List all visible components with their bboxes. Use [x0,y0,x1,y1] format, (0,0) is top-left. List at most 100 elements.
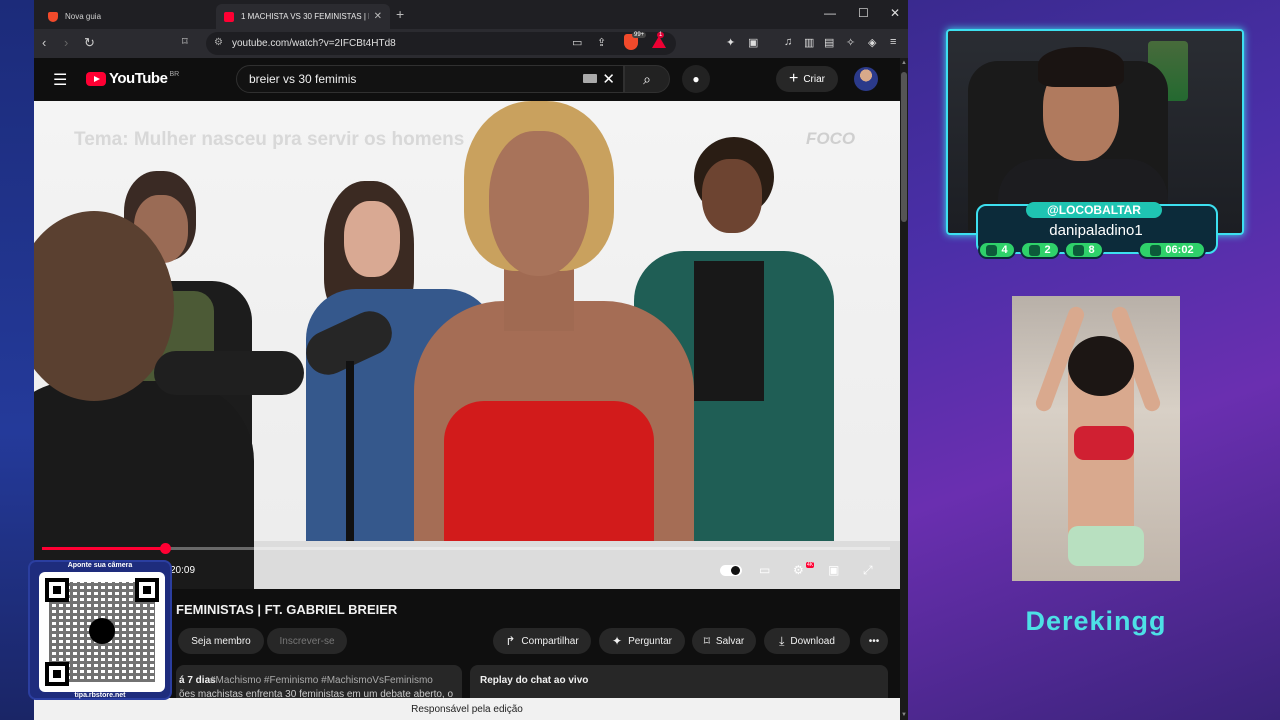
share-label: Compartilhar [521,635,579,647]
featured-person-bottom [1068,526,1144,566]
viewer-name: danipaladino1 [1049,222,1143,239]
more-icon: ••• [868,635,880,647]
scene-person-right-shirt [694,261,764,401]
maximize-icon[interactable]: ☐ [858,6,869,20]
description-hashtags[interactable]: #Machismo #Feminismo #MachismoVsFeminism… [210,675,433,686]
new-tab-button[interactable]: + [396,6,404,22]
cast-icon[interactable]: ▭ [572,36,582,49]
shield-count-badge: 99+ [632,32,647,38]
share-arrow-icon: ↱ [505,634,516,648]
address-bar-row: ‹ › ↻ ⌑ ⚙ youtube.com/watch?v=2IFCBt4HTd… [34,29,908,58]
stat-value: 06:02 [1165,244,1194,256]
youtube-icon [1029,244,1041,256]
search-input[interactable]: breier vs 30 femimis ✕ [236,65,624,93]
download-button[interactable]: ⤓ Download [764,628,850,654]
streamer-handle: @LOCOBALTAR [1026,202,1162,218]
ask-label: Perguntar [628,635,672,647]
extensions-icon[interactable]: ✦ [726,36,735,49]
bookmark-icon[interactable]: ⌑ [182,35,188,48]
screenshot-icon[interactable]: ▣ [748,36,758,49]
youtube-logo[interactable]: YouTube BR [86,70,179,87]
close-tab-icon[interactable]: ✕ [374,11,382,22]
join-label: Seja membro [191,635,251,647]
clear-search-icon[interactable]: ✕ [602,70,615,88]
country-code: BR [169,71,180,78]
hd-badge: 4K [806,562,815,568]
edit-responsible-notice: Responsável pela edição [34,698,900,720]
bookmark-save-icon: ⌑ [703,634,710,648]
account-avatar[interactable] [854,67,878,91]
autoplay-toggle[interactable] [720,565,742,576]
video-player[interactable]: Tema: Mulher nasceu pra servir os homens… [34,101,900,589]
qr-finder-pattern [45,578,69,602]
menu-icon[interactable]: ≡ [890,36,896,48]
tab-new[interactable]: Nova guia [40,4,212,29]
stat-chat: 4 [978,241,1016,259]
sidebar-icon[interactable]: ▥ [804,36,814,49]
scene-person-right-face [702,159,762,233]
scrollbar-thumb[interactable] [901,72,907,222]
tab-youtube[interactable]: 1 MACHISTA VS 30 FEMINISTAS | FT. G... ✕ [216,4,390,29]
subscribe-button[interactable]: Inscrever-se [267,628,347,654]
stat-clock: 06:02 [1138,241,1206,259]
video-time: 20:09 [170,565,196,576]
reload-icon[interactable]: ↻ [84,35,95,51]
qr-center-logo [89,618,115,644]
youtube-icon [224,11,234,22]
share-button[interactable]: ↱ Compartilhar [493,628,591,654]
subtitles-icon[interactable]: ▭ [759,563,770,577]
qr-site: tipa.rbstore.net [74,692,126,699]
scroll-up-icon[interactable]: ▲ [901,60,907,66]
qr-label: Aponte sua câmera [67,562,133,569]
fullscreen-icon[interactable]: ⤢ [863,563,873,578]
tab-label: Nova guia [65,12,102,21]
sparkle-icon: ✦ [612,634,623,648]
hamburger-menu-icon[interactable]: ☰ [53,70,67,90]
scene-person-middle-face [344,201,400,277]
minimize-icon[interactable]: — [824,6,836,20]
stat-tip: 8 [1064,241,1104,259]
progress-scrubber[interactable] [159,543,171,554]
site-info-icon[interactable]: ⚙ [214,37,223,48]
create-button[interactable]: + Criar [776,66,838,92]
share-icon[interactable]: ⇪ [597,36,606,49]
video-progress-bar[interactable] [42,543,890,554]
qr-finder-pattern [135,578,159,602]
search-button[interactable]: ⌕ [624,65,670,93]
stat-value: 2 [1044,244,1051,256]
video-topic-watermark: Tema: Mulher nasceu pra servir os homens [74,129,465,150]
featured-person-hair [1068,336,1134,396]
leo-ai-icon[interactable]: ✧ [846,36,855,49]
keyboard-icon[interactable] [583,74,597,83]
channel-watermark-logo: FOCO [806,129,856,148]
youtube-play-icon [86,71,106,86]
close-window-icon[interactable]: ✕ [890,6,900,20]
save-button[interactable]: ⌑ Salvar [692,628,756,654]
wallet-icon[interactable]: ▤ [824,36,834,49]
more-actions-button[interactable]: ••• [860,628,888,654]
page-scrollbar[interactable]: ▲ ▼ [900,58,908,720]
music-icon[interactable]: ♫ [784,36,792,48]
miniplayer-icon[interactable]: ▣ [828,563,839,577]
youtube-header: ☰ YouTube BR breier vs 30 femimis ✕ ⌕ ● … [34,58,900,100]
vpn-icon[interactable]: ◈ [868,36,876,49]
scroll-down-icon[interactable]: ▼ [901,712,907,718]
qr-code [39,572,165,692]
forward-icon[interactable]: › [64,35,68,50]
microphone-icon: ● [692,72,700,86]
download-label: Download [790,635,835,647]
tab-bar: Nova guia 1 MACHISTA VS 30 FEMINISTAS | … [34,0,908,29]
scene-microphone-stand [346,361,354,541]
search-query: breier vs 30 femimis [249,72,357,86]
featured-person-top [1074,426,1134,460]
youtube-wordmark: YouTube [109,70,168,87]
back-icon[interactable]: ‹ [42,35,46,50]
qr-finder-pattern [45,662,69,686]
settings-gear-icon[interactable]: ⚙ [793,563,804,577]
voice-search-button[interactable]: ● [682,65,710,93]
ask-button[interactable]: ✦ Perguntar [599,628,685,654]
video-title: FEMINISTAS | FT. GABRIEL BREIER [176,602,398,617]
search-icon: ⌕ [643,70,651,87]
stat-value: 8 [1088,244,1095,256]
join-button[interactable]: Seja membro [178,628,264,654]
